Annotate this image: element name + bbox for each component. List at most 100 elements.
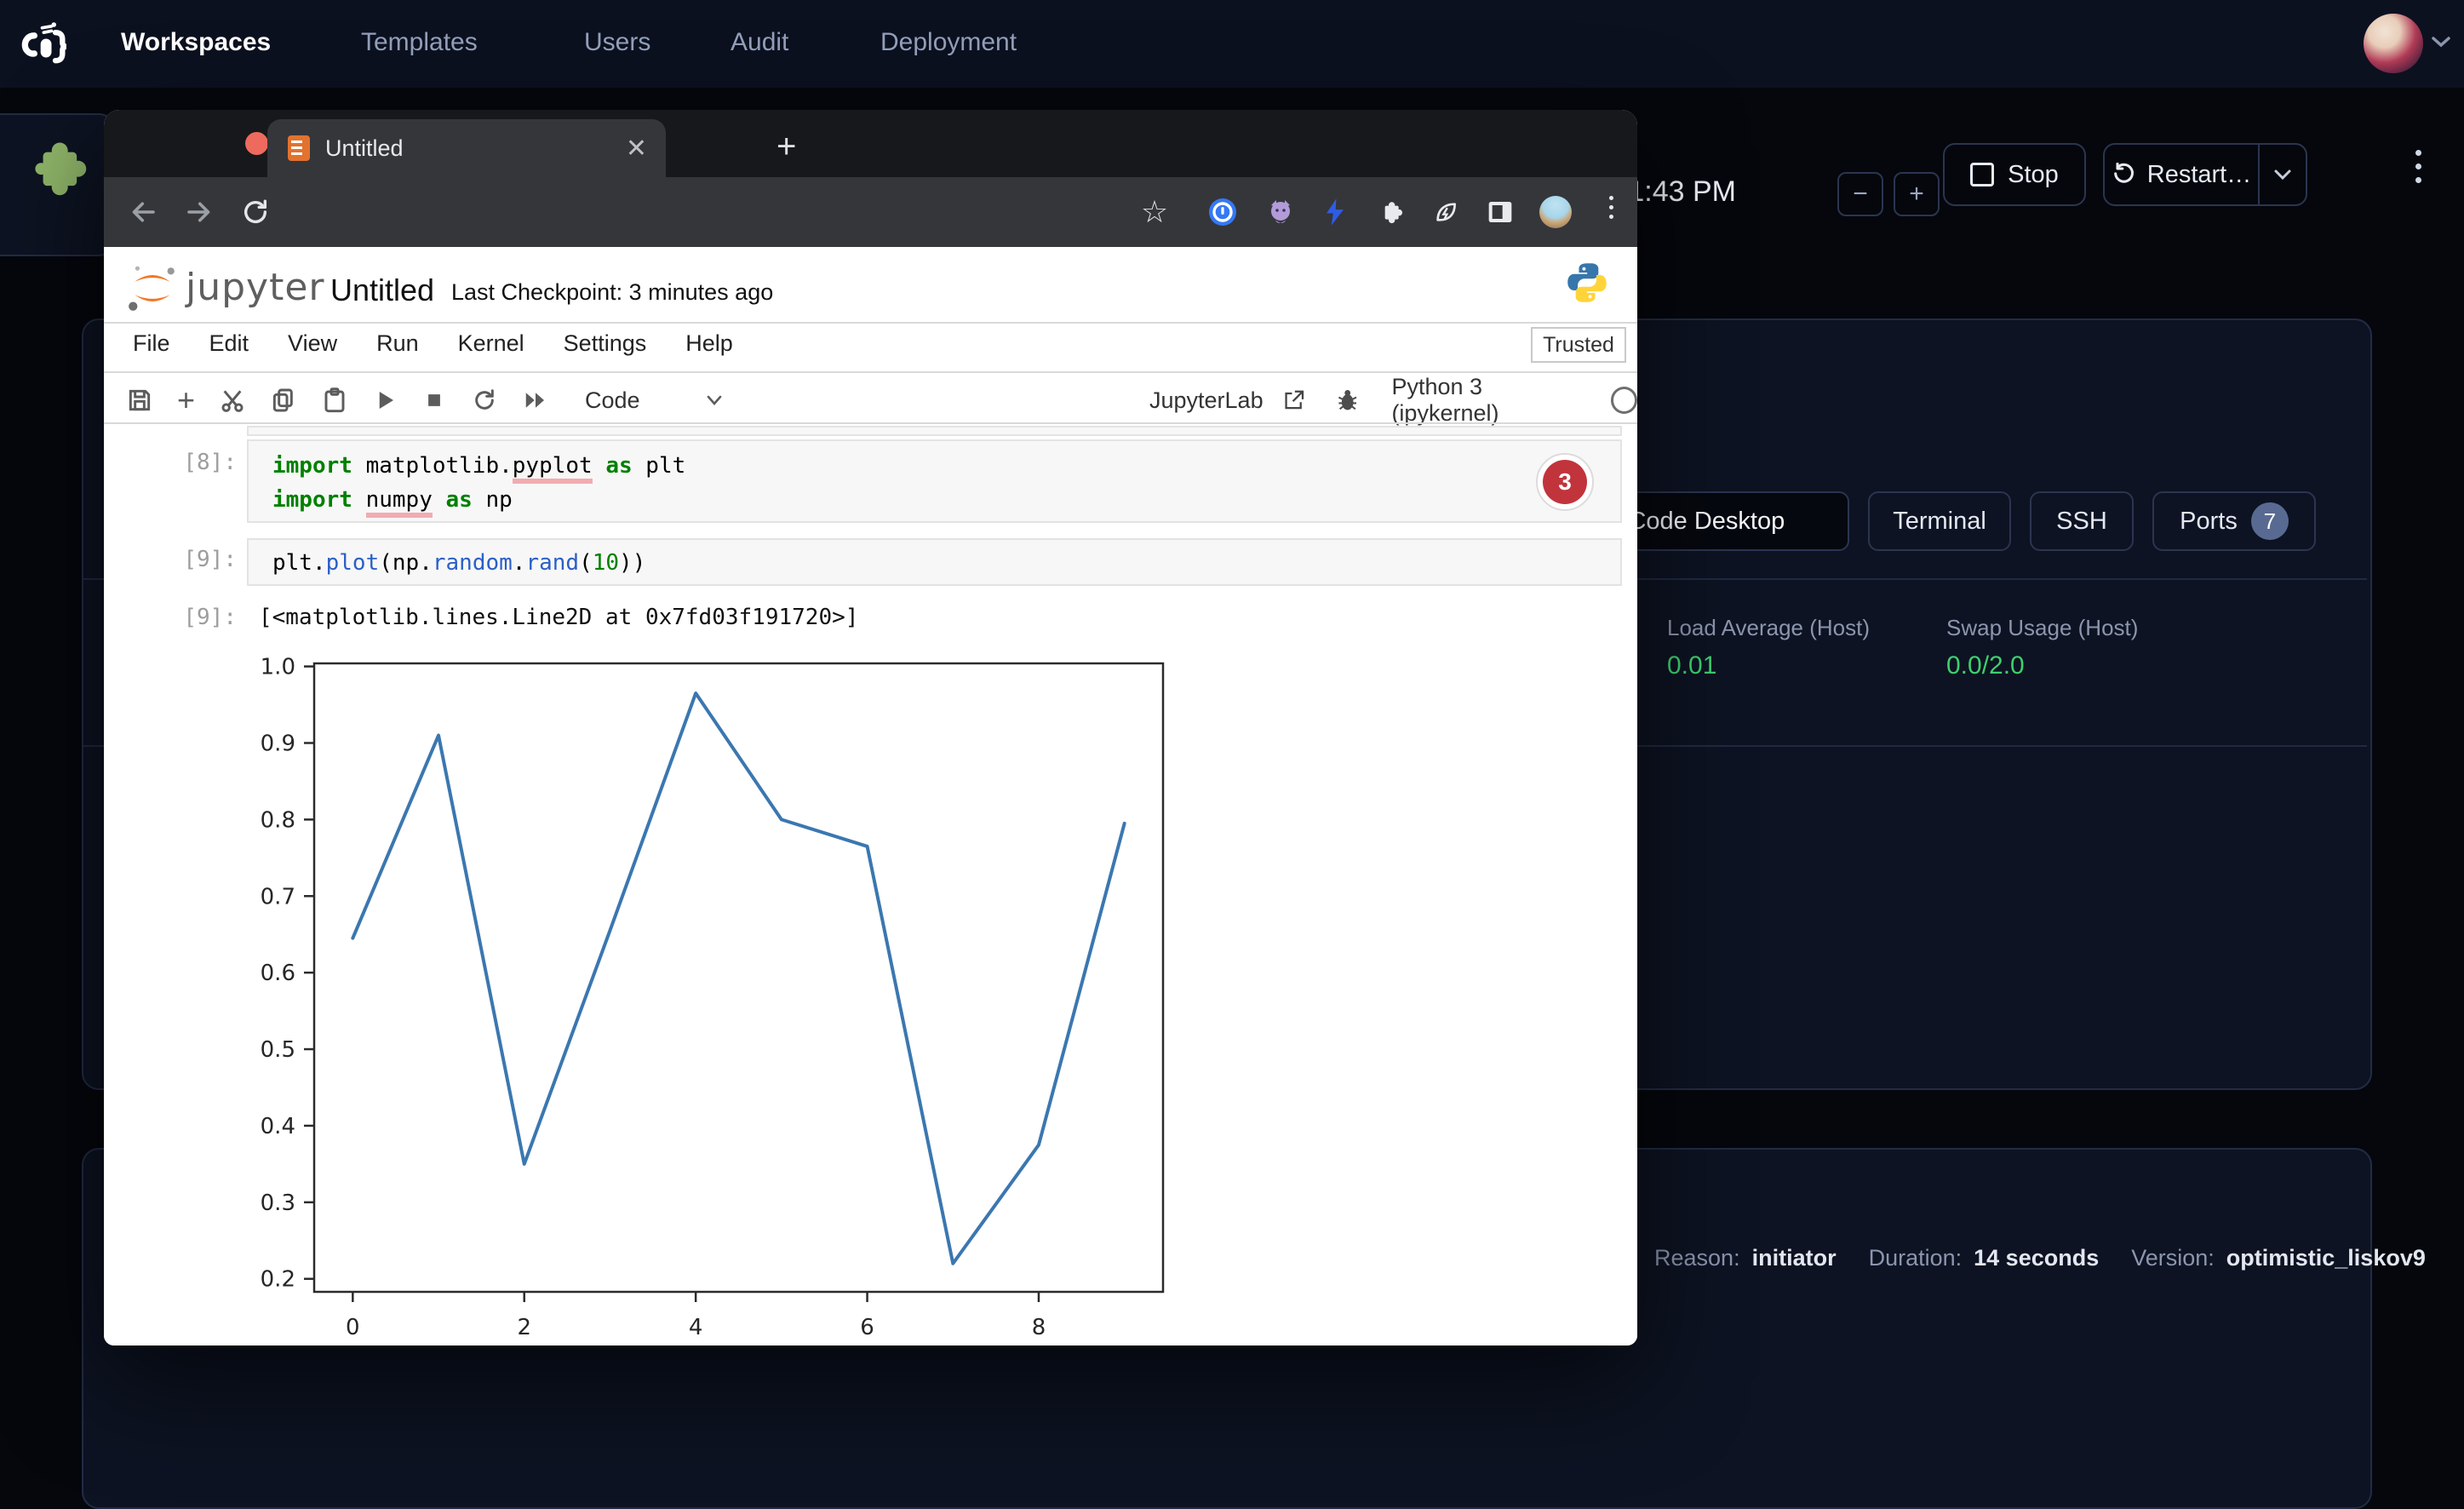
browser-window: Untitled ✕ + 5555--main--test--matifali.… <box>104 110 1637 1345</box>
window-close-traffic-light[interactable] <box>245 132 268 155</box>
lightning-extension-icon[interactable] <box>1316 198 1354 227</box>
terminal-button[interactable]: Terminal <box>1868 491 2011 551</box>
build-version-label: Version: <box>2131 1245 2215 1271</box>
menu-file[interactable]: File <box>133 330 170 357</box>
code-cell-9[interactable]: plt.plot(np.random.rand(10)) <box>247 538 1622 586</box>
code-line: import matplotlib.pyplot as plt <box>272 449 1620 483</box>
extensions-puzzle-icon[interactable] <box>1372 198 1410 226</box>
kernel-status-indicator <box>1611 387 1637 414</box>
notification-badge-ring[interactable]: 3 <box>1536 453 1594 511</box>
metric-swap-usage: Swap Usage (Host) 0.0/2.0 <box>1946 615 2138 680</box>
menu-help[interactable]: Help <box>685 330 733 357</box>
nav-item-workspaces[interactable]: Workspaces <box>121 28 271 57</box>
svg-text:1.0: 1.0 <box>261 656 295 680</box>
reload-icon[interactable] <box>237 198 274 227</box>
new-tab-button[interactable]: + <box>776 134 796 159</box>
restart-options-chevron[interactable] <box>2260 168 2306 181</box>
menu-edit[interactable]: Edit <box>209 330 249 357</box>
restart-main[interactable]: Restart… <box>2105 161 2258 189</box>
debugger-bug-icon[interactable] <box>1336 387 1359 413</box>
cell9-output-text: [<matplotlib.lines.Line2D at 0x7fd03f191… <box>259 605 858 630</box>
jupyter-toolbar: + Code <box>126 378 724 422</box>
build-info-row: Reason: initiator Duration: 14 seconds V… <box>1654 1245 2426 1271</box>
jupyterlab-link[interactable]: JupyterLab <box>1149 387 1264 414</box>
back-icon[interactable] <box>124 197 162 227</box>
build-version-value: optimistic_liskov9 <box>2226 1245 2426 1271</box>
restart-icon <box>2112 163 2135 186</box>
zoom-in-button[interactable]: + <box>1894 172 1940 216</box>
workspace-kebab-menu-icon[interactable] <box>2408 150 2428 183</box>
jupyter-wordmark: jupyter <box>186 266 325 309</box>
side-panel-icon[interactable] <box>1481 199 1519 225</box>
menu-kernel[interactable]: Kernel <box>458 330 524 357</box>
restart-run-all-icon[interactable] <box>522 387 549 413</box>
svg-text:0.4: 0.4 <box>261 1114 295 1139</box>
nav-item-users[interactable]: Users <box>584 28 650 57</box>
cell-type-chevron-icon[interactable] <box>705 393 724 407</box>
forward-icon[interactable] <box>181 197 218 227</box>
paste-cell-icon[interactable] <box>321 387 348 414</box>
onepassword-extension-icon[interactable] <box>1204 197 1241 227</box>
user-avatar[interactable] <box>2364 14 2423 73</box>
cell9-output-prompt: [9]: <box>167 605 237 630</box>
restart-split-button[interactable]: Restart… <box>2103 143 2307 206</box>
metric-value: 0.01 <box>1667 651 1870 680</box>
checkpoint-status: Last Checkpoint: 3 minutes ago <box>451 279 773 306</box>
browser-profile-avatar[interactable] <box>1539 196 1572 228</box>
jupyter-favicon <box>288 135 310 161</box>
stop-label: Stop <box>2008 161 2059 189</box>
restart-label: Restart… <box>2147 161 2251 189</box>
menu-settings[interactable]: Settings <box>564 330 647 357</box>
svg-text:0.8: 0.8 <box>261 807 295 833</box>
cell-type-dropdown[interactable]: Code <box>585 387 640 414</box>
tab-close-icon[interactable]: ✕ <box>626 134 647 164</box>
python-logo-icon <box>1565 261 1609 309</box>
menu-view[interactable]: View <box>288 330 337 357</box>
trusted-button[interactable]: Trusted <box>1531 327 1626 363</box>
svg-text:0.5: 0.5 <box>261 1037 295 1063</box>
jupyter-menu-bar: File Edit View Run Kernel Settings Help <box>133 330 733 357</box>
ssh-button[interactable]: SSH <box>2030 491 2134 551</box>
zoom-out-button[interactable]: − <box>1837 172 1883 216</box>
build-reason-value: initiator <box>1752 1245 1837 1271</box>
external-link-icon[interactable] <box>1282 388 1305 412</box>
notification-badge-count: 3 <box>1543 460 1587 504</box>
ports-button[interactable]: Ports 7 <box>2152 491 2316 551</box>
add-cell-icon[interactable]: + <box>177 387 195 413</box>
svg-text:4: 4 <box>689 1315 703 1340</box>
interrupt-kernel-icon[interactable] <box>421 387 447 413</box>
svg-text:0.9: 0.9 <box>261 731 295 756</box>
cut-cell-icon[interactable] <box>219 387 246 414</box>
browser-tab[interactable]: Untitled ✕ <box>267 119 666 177</box>
build-duration-value: 14 seconds <box>1974 1245 2099 1271</box>
github-extension-icon[interactable] <box>1262 197 1299 227</box>
app-top-nav: Workspaces Templates Users Audit Deploym… <box>0 0 2464 88</box>
code-line: plt.plot(np.random.rand(10)) <box>272 546 1620 580</box>
kernel-name[interactable]: Python 3 (ipykernel) <box>1391 374 1591 427</box>
stop-workspace-button[interactable]: Stop <box>1943 143 2086 206</box>
nav-item-audit[interactable]: Audit <box>731 28 788 57</box>
restart-kernel-icon[interactable] <box>471 387 498 414</box>
code-line: import numpy as np <box>272 483 1620 517</box>
jupyter-logo-icon <box>126 262 179 319</box>
nav-item-deployment[interactable]: Deployment <box>880 28 1017 57</box>
code-cell-8[interactable]: import matplotlib.pyplot as plt import n… <box>247 439 1622 523</box>
svg-text:0.3: 0.3 <box>261 1191 295 1216</box>
energy-saver-leaf-icon[interactable] <box>1427 198 1464 226</box>
svg-text:0: 0 <box>346 1315 360 1340</box>
notebook-title[interactable]: Untitled <box>330 273 434 308</box>
nav-item-templates[interactable]: Templates <box>361 28 478 57</box>
jupyter-toolbar-right: JupyterLab Python 3 (ipykernel) <box>1149 378 1637 422</box>
run-cell-icon[interactable] <box>372 387 398 413</box>
metric-label: Load Average (Host) <box>1667 615 1870 641</box>
copy-cell-icon[interactable] <box>270 387 297 414</box>
bookmark-star-icon[interactable]: ☆ <box>1136 194 1173 230</box>
svg-text:2: 2 <box>517 1315 531 1340</box>
browser-kebab-menu-icon[interactable] <box>1601 196 1621 219</box>
stop-icon <box>1970 163 1994 186</box>
build-duration-label: Duration: <box>1869 1245 1963 1271</box>
coder-logo-icon[interactable] <box>19 15 75 72</box>
save-icon[interactable] <box>126 387 153 414</box>
user-menu-chevron-down-icon[interactable] <box>2430 34 2452 54</box>
menu-run[interactable]: Run <box>376 330 419 357</box>
